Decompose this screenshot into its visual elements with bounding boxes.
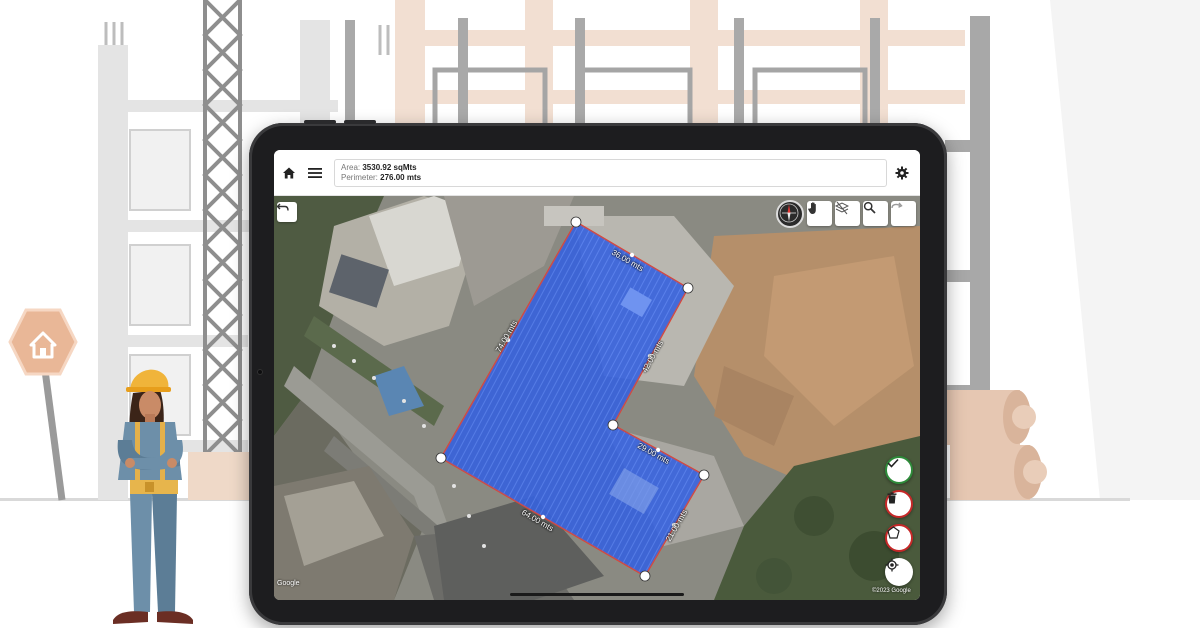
delete-button[interactable] [885,490,913,518]
app-header: Area: 3530.92 sqMts Perimeter: 276.00 mt… [274,150,920,196]
compass-icon [779,203,799,223]
perimeter-row: Perimeter: 276.00 mts [341,173,880,183]
area-value: 3530.92 sqMts [362,163,417,172]
polygon-vertex[interactable] [682,282,694,294]
home-button[interactable] [278,162,300,184]
redo-icon [891,202,903,209]
layers-icon [835,201,849,215]
locate-icon [885,558,899,572]
perimeter-value: 276.00 mts [380,173,422,182]
area-row: Area: 3530.92 sqMts [341,163,880,173]
tablet-device: Area: 3530.92 sqMts Perimeter: 276.00 mt… [249,120,947,625]
polygon-icon [887,526,900,539]
front-camera [257,369,263,375]
redo-button[interactable] [891,201,916,226]
perimeter-label: Perimeter: [341,173,378,182]
confirm-button[interactable] [885,456,913,484]
pan-mode-button[interactable] [807,201,832,226]
polygon-vertex[interactable] [607,419,619,431]
search-button[interactable] [863,201,888,226]
polygon-vertex[interactable] [435,452,447,464]
house-sign [8,308,78,501]
home-indicator [510,593,684,596]
gear-icon [895,166,909,180]
check-icon [887,458,899,468]
polygon-vertex[interactable] [698,469,710,481]
settings-button[interactable] [891,162,913,184]
tablet-button [304,120,336,124]
undo-button[interactable] [277,202,297,222]
map-imagery [274,196,920,600]
measurement-summary: Area: 3530.92 sqMts Perimeter: 276.00 mt… [334,159,887,187]
undo-icon [277,203,289,211]
google-logo: Google [277,580,300,587]
home-icon [283,167,295,179]
layers-button[interactable] [835,201,860,226]
draw-polygon-button[interactable] [885,524,913,552]
satellite-map[interactable]: 36.00 mts 42.00 mts 29.00 mts 21.00 mts … [274,196,920,600]
app-screen: Area: 3530.92 sqMts Perimeter: 276.00 mt… [274,150,920,600]
my-location-button[interactable] [885,558,913,586]
polygon-vertex[interactable] [639,570,651,582]
menu-icon [308,168,322,178]
hand-icon [808,202,816,214]
tablet-button [344,120,376,124]
area-label: Area: [341,163,361,172]
search-icon [863,201,876,214]
polygon-vertex[interactable] [570,216,582,228]
map-copyright: ©2023 Google [872,588,911,594]
compass-button[interactable] [776,200,804,228]
trash-icon [887,492,897,504]
menu-button[interactable] [304,162,326,184]
